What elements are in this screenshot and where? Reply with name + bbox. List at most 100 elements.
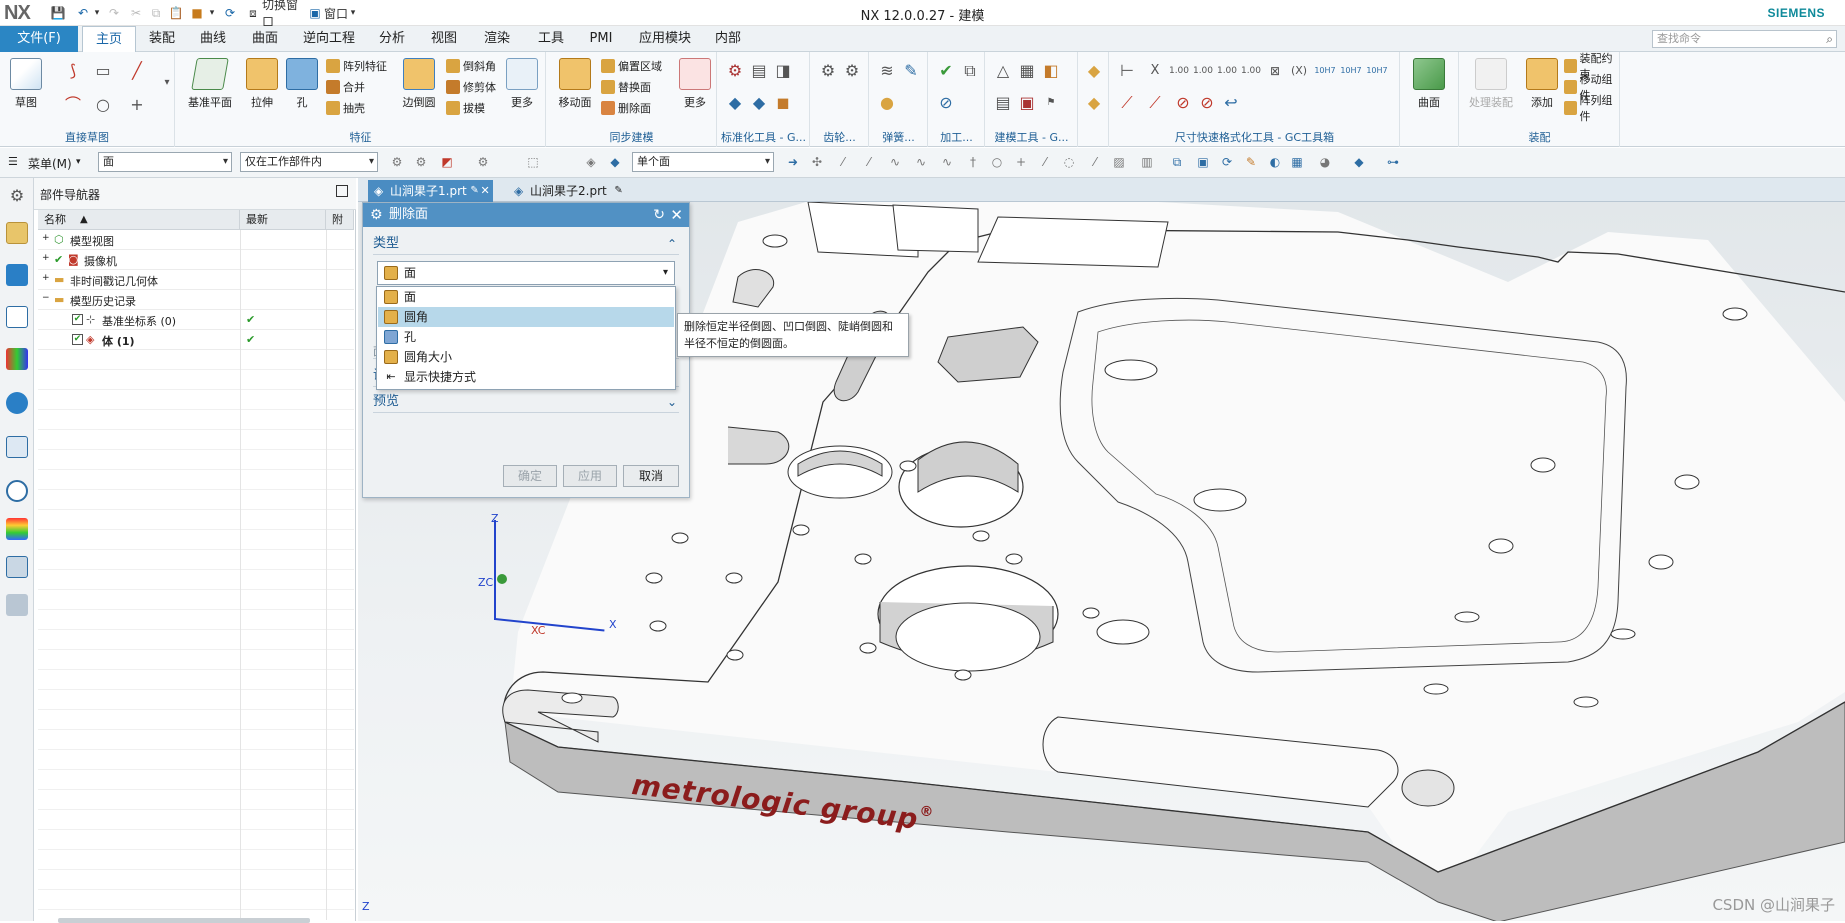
view-tool-icon[interactable]: ◕	[1318, 155, 1332, 169]
tab-render[interactable]: 渲染	[474, 26, 520, 52]
misc-tool-icon[interactable]: ◆	[1083, 60, 1105, 82]
column-header-name[interactable]: 名称▲	[38, 210, 240, 230]
tab-reverse-engineering[interactable]: 逆向工程	[294, 26, 364, 52]
profile-icon[interactable]: ⟆	[62, 60, 84, 82]
menu-dropdown-icon[interactable]: ▾	[76, 157, 81, 167]
reuse-library-icon[interactable]	[6, 348, 28, 370]
offset-region-button[interactable]: 偏置区域	[601, 57, 662, 75]
move-face-button[interactable]: 移动面	[555, 58, 595, 110]
view-tool-icon[interactable]: ⊶	[1386, 155, 1400, 169]
close-icon[interactable]: ✕	[670, 203, 683, 227]
sketch-button[interactable]: 草图	[6, 58, 46, 110]
view-tool-icon[interactable]: ✎	[1244, 155, 1258, 169]
view-tool-icon[interactable]: ▥	[1140, 155, 1154, 169]
option-blend-size[interactable]: 圆角大小	[378, 347, 674, 367]
history-icon[interactable]	[6, 480, 28, 502]
dimension-icon[interactable]: (X)	[1288, 60, 1310, 82]
expand-icon[interactable]: +	[42, 253, 50, 263]
circle-icon[interactable]: ○	[92, 94, 114, 116]
standard-tool-icon[interactable]: ⚙	[724, 60, 746, 82]
draft-button[interactable]: 拔模	[446, 99, 485, 117]
visibility-checkbox[interactable]: ✔	[72, 314, 83, 325]
standard-tool-icon[interactable]: ◆	[748, 92, 770, 114]
ok-button[interactable]: 确定	[503, 465, 557, 487]
datum-plane-button[interactable]: 基准平面	[186, 58, 234, 110]
snap-icon[interactable]: ○	[990, 155, 1004, 169]
reset-icon[interactable]: ↻	[653, 203, 665, 227]
machining-icon[interactable]: ✔	[935, 60, 957, 82]
standard-tool-icon[interactable]: ◨	[772, 60, 794, 82]
part-navigator-icon[interactable]	[6, 306, 28, 328]
tab-view[interactable]: 视图	[422, 26, 466, 52]
view-tool-icon[interactable]: ◆	[1352, 155, 1366, 169]
tree-row-datum-csys[interactable]: ✔ ⊹ 基准坐标系 (0) ✔	[38, 310, 354, 330]
apply-button[interactable]: 应用	[563, 465, 617, 487]
surface-button[interactable]: 曲面	[1409, 58, 1449, 110]
snap-icon[interactable]: ⁄	[836, 155, 850, 169]
spring-icon[interactable]: ≋	[876, 60, 898, 82]
settings-gear-icon[interactable]: ⚙	[6, 186, 28, 208]
tab-home[interactable]: 主页	[82, 26, 136, 52]
modeling-tool-icon[interactable]: ▦	[1016, 60, 1038, 82]
snap-icon[interactable]: †	[966, 155, 980, 169]
option-show-shortcuts[interactable]: ⇤显示快捷方式	[378, 367, 674, 387]
standard-tool-icon[interactable]: ◼	[772, 92, 794, 114]
select-tool-icon[interactable]: ⚙	[414, 155, 428, 169]
snap-icon[interactable]: ➜	[786, 155, 800, 169]
origin-handle[interactable]	[497, 574, 507, 584]
dimension-icon[interactable]: 1.00	[1168, 60, 1190, 82]
expand-icon[interactable]: +	[42, 273, 50, 283]
standard-tool-icon[interactable]: ▤	[748, 60, 770, 82]
system-materials-icon[interactable]	[6, 518, 28, 540]
type-select[interactable]: 面 ▾	[377, 261, 675, 285]
command-search-input[interactable]: 查找命令	[1652, 30, 1837, 48]
gear-icon[interactable]: ⚙	[817, 60, 839, 82]
hd3d-tools-icon[interactable]	[6, 392, 28, 414]
modeling-tool-icon[interactable]: ▣	[1016, 92, 1038, 114]
snap-icon[interactable]: ∿	[940, 155, 954, 169]
column-header-attached[interactable]: 附	[326, 210, 354, 230]
dimension-icon[interactable]: ↩	[1220, 92, 1242, 114]
dimension-icon[interactable]: ⊘	[1172, 92, 1194, 114]
modeling-tool-icon[interactable]: △	[992, 60, 1014, 82]
dimension-icon[interactable]: ⊢	[1116, 60, 1138, 82]
tab-internal[interactable]: 内部	[706, 26, 750, 52]
point-icon[interactable]: +	[126, 94, 148, 116]
select-tool-icon[interactable]: ⚙	[476, 155, 490, 169]
extrude-button[interactable]: 拉伸	[242, 58, 282, 110]
modeling-tool-icon[interactable]: ▤	[992, 92, 1014, 114]
tab-application[interactable]: 应用模块	[630, 26, 700, 52]
snap-icon[interactable]: +	[1014, 155, 1028, 169]
dimension-icon[interactable]: ⟋	[1116, 92, 1138, 114]
replace-face-button[interactable]: 替换面	[601, 78, 651, 96]
snap-icon[interactable]: ✣	[810, 155, 824, 169]
misc-tool-icon[interactable]: ◆	[1083, 92, 1105, 114]
assembly-navigator-icon[interactable]	[6, 222, 28, 244]
constraint-navigator-icon[interactable]	[6, 264, 28, 286]
trim-body-button[interactable]: 修剪体	[446, 78, 496, 96]
main-menu-button[interactable]: 菜单(M)	[28, 155, 72, 172]
select-tool-icon[interactable]: ◈	[584, 155, 598, 169]
hole-button[interactable]: 孔	[282, 58, 322, 110]
visibility-checkbox[interactable]: ✔	[72, 334, 83, 345]
selection-scope-select[interactable]: 仅在工作部件内	[240, 152, 378, 172]
file-tab-inactive[interactable]: ◈ 山涧果子2.prt ✎	[508, 180, 633, 202]
dimension-icon[interactable]: 10H7	[1340, 60, 1362, 82]
modeling-tool-icon[interactable]: ⚑	[1040, 92, 1062, 114]
snap-icon[interactable]: ⁄	[1038, 155, 1052, 169]
tab-assembly[interactable]: 装配	[140, 26, 184, 52]
select-tool-icon[interactable]: ◆	[608, 155, 622, 169]
collapse-icon[interactable]: −	[42, 293, 50, 303]
gear-icon[interactable]: ⚙	[841, 60, 863, 82]
expand-icon[interactable]: +	[42, 233, 50, 243]
tab-surface[interactable]: 曲面	[242, 26, 288, 52]
add-component-button[interactable]: 添加	[1522, 58, 1562, 110]
chamfer-button[interactable]: 倒斜角	[446, 57, 496, 75]
standard-tool-icon[interactable]: ◆	[724, 92, 746, 114]
tree-row-body[interactable]: ✔ ◈ 体 (1) ✔	[38, 330, 354, 350]
pattern-component-button[interactable]: 阵列组件	[1564, 99, 1619, 117]
machining-icon[interactable]: ⧉	[959, 60, 981, 82]
menu-icon[interactable]: ☰	[8, 155, 22, 169]
view-tool-icon[interactable]: ◐	[1268, 155, 1282, 169]
option-face[interactable]: 面	[378, 287, 674, 307]
